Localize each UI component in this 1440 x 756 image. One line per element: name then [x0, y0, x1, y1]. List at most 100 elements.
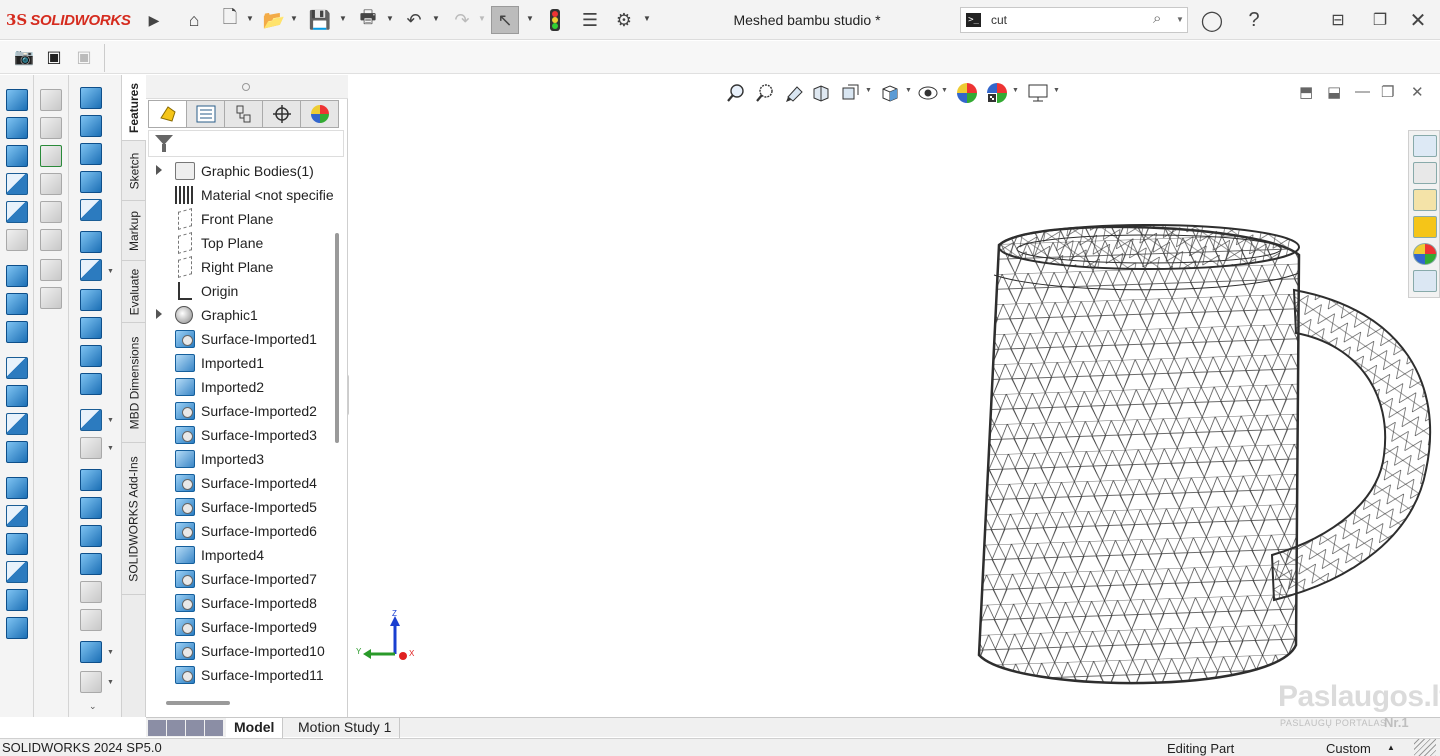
redo-icon[interactable]: ↷ [448, 6, 476, 34]
new-document-icon[interactable]: 🗋 [216, 6, 244, 34]
text-align-icon[interactable] [40, 229, 62, 251]
snapshot-icon[interactable]: ▣ [42, 46, 66, 68]
disabled-snapshot-icon[interactable]: ▣ [72, 46, 96, 68]
search-dropdown-icon[interactable]: ▼ [1176, 15, 1184, 24]
view-palette-icon[interactable] [1413, 216, 1437, 238]
tree-item[interactable]: Imported3 [146, 447, 336, 471]
swept-cut-icon[interactable] [6, 357, 28, 379]
knit-surface-icon[interactable] [80, 525, 102, 547]
tab-solidworks-add-ins[interactable]: SOLIDWORKS Add-Ins [122, 443, 146, 595]
featuremanager-tree-icon[interactable] [148, 100, 187, 128]
configuration-manager-icon[interactable] [224, 100, 263, 128]
tab-sketch[interactable]: Sketch [122, 141, 146, 201]
search-commands-box[interactable]: >_ ⌕ ▼ [960, 7, 1188, 33]
revolved-cut-icon[interactable] [6, 321, 28, 343]
expand-arrow-icon[interactable] [156, 165, 162, 175]
thicken-icon[interactable] [80, 553, 102, 575]
minimize-icon[interactable]: ⊟ [1324, 6, 1352, 34]
appearance-dropdown-icon[interactable]: ▼ [1012, 87, 1019, 94]
tree-item[interactable]: Surface-Imported2 [146, 399, 336, 423]
swept-surface-icon[interactable] [80, 143, 102, 165]
tree-horizontal-scrollbar[interactable] [166, 701, 230, 705]
tab-motion-study-1[interactable]: Motion Study 1 [290, 718, 401, 738]
property-manager-icon[interactable] [186, 100, 225, 128]
extruded-surface-icon[interactable] [80, 87, 102, 109]
tree-item[interactable]: Surface-Imported9 [146, 615, 336, 639]
resize-grip-icon[interactable] [1414, 739, 1436, 756]
boundary-icon[interactable] [6, 229, 28, 251]
zoom-to-area-icon[interactable] [753, 81, 777, 105]
expand-arrow-icon[interactable] [156, 309, 162, 319]
tree-item[interactable]: Graphic1 [146, 303, 336, 327]
filled-surface-icon[interactable] [80, 231, 102, 253]
redo-dropdown-icon[interactable]: ▼ [478, 14, 486, 24]
tab-markup[interactable]: Markup [122, 201, 146, 261]
edit-appearance-icon[interactable] [985, 81, 1009, 105]
linear-pattern-icon[interactable] [6, 477, 28, 499]
camera-icon[interactable]: 📷 [12, 46, 36, 68]
replace-face-icon[interactable] [80, 409, 102, 431]
cut-extrude-icon[interactable] [6, 265, 28, 287]
tree-item[interactable]: Surface-Imported7 [146, 567, 336, 591]
tree-item[interactable]: Top Plane [146, 231, 336, 255]
search-icon[interactable]: ⌕ [1153, 10, 1161, 27]
tree-item[interactable]: Surface-Imported10 [146, 639, 336, 663]
tree-item[interactable]: Front Plane [146, 207, 336, 231]
tree-item[interactable]: Imported1 [146, 351, 336, 375]
loft-icon[interactable] [6, 201, 28, 223]
section-view-icon[interactable] [809, 81, 833, 105]
fillet-icon[interactable] [6, 441, 28, 463]
save-dropdown-icon[interactable]: ▼ [339, 14, 347, 24]
tree-item[interactable]: Surface-Imported11 [146, 663, 336, 687]
close-icon[interactable]: ✕ [1404, 6, 1432, 34]
tree-item[interactable]: Imported4 [146, 543, 336, 567]
shell-icon[interactable] [6, 561, 28, 583]
tree-item[interactable]: Origin [146, 279, 336, 303]
tab-mbd-dimensions[interactable]: MBD Dimensions [122, 323, 146, 443]
extend-surface-icon[interactable] [80, 437, 102, 459]
appearances-scenes-icon[interactable] [1413, 243, 1437, 265]
mesh-mug-model[interactable] [974, 215, 1440, 695]
view-settings-dropdown-icon[interactable]: ▼ [1053, 87, 1060, 94]
design-library-icon[interactable] [1413, 162, 1437, 184]
next-tab-icon[interactable] [186, 720, 204, 736]
boss-extrude-icon[interactable] [6, 89, 28, 111]
units-dropdown-icon[interactable]: ▲ [1387, 743, 1395, 752]
dome-icon[interactable] [6, 145, 28, 167]
open-dropdown-icon[interactable]: ▼ [290, 14, 298, 24]
home-icon[interactable]: ⌂ [180, 6, 208, 34]
lofted-cut-icon[interactable] [6, 385, 28, 407]
viewport-minimize-icon[interactable]: — [1355, 83, 1370, 100]
previous-view-icon[interactable] [783, 81, 807, 105]
ruled-surface-icon[interactable] [80, 317, 102, 339]
cut-with-surface-icon[interactable] [80, 609, 102, 631]
search-input[interactable] [991, 11, 1141, 29]
extend-dropdown-icon[interactable]: ▼ [107, 445, 114, 452]
undo-icon[interactable]: ↶ [400, 6, 428, 34]
rib-icon[interactable] [6, 505, 28, 527]
dynamic-annotation-views-icon[interactable] [838, 81, 862, 105]
tree-item[interactable]: Imported2 [146, 375, 336, 399]
file-properties-icon[interactable]: ☰ [576, 6, 604, 34]
mid-surface-icon[interactable] [80, 581, 102, 603]
text-edit-icon[interactable] [40, 117, 62, 139]
options-gear-icon[interactable]: ⚙ [610, 6, 638, 34]
hole-wizard-icon[interactable] [6, 293, 28, 315]
wrap-icon[interactable] [6, 589, 28, 611]
tree-item[interactable]: Surface-Imported1 [146, 327, 336, 351]
options-dropdown-icon[interactable]: ▼ [643, 14, 651, 24]
select-arrow-icon[interactable]: ↖ [491, 6, 519, 34]
account-icon[interactable]: ◯ [1198, 6, 1226, 34]
annotation-views-dropdown-icon[interactable]: ▼ [865, 87, 872, 94]
tree-item[interactable]: Graphic Bodies(1) [146, 159, 336, 183]
viewport-float-icon[interactable]: ⬒ [1299, 83, 1313, 101]
tree-item[interactable]: Material <not specifie [146, 183, 336, 207]
surface-flatten-icon[interactable] [80, 345, 102, 367]
tab-evaluate[interactable]: Evaluate [122, 261, 146, 323]
units-selector[interactable]: Custom [1326, 741, 1371, 756]
view-orientation-dropdown-icon[interactable]: ▼ [905, 87, 912, 94]
draft-icon[interactable] [6, 533, 28, 555]
hide-show-items-icon[interactable] [955, 81, 979, 105]
sketch-curve-dropdown-icon[interactable]: ▼ [107, 679, 114, 686]
last-tab-icon[interactable] [205, 720, 223, 736]
